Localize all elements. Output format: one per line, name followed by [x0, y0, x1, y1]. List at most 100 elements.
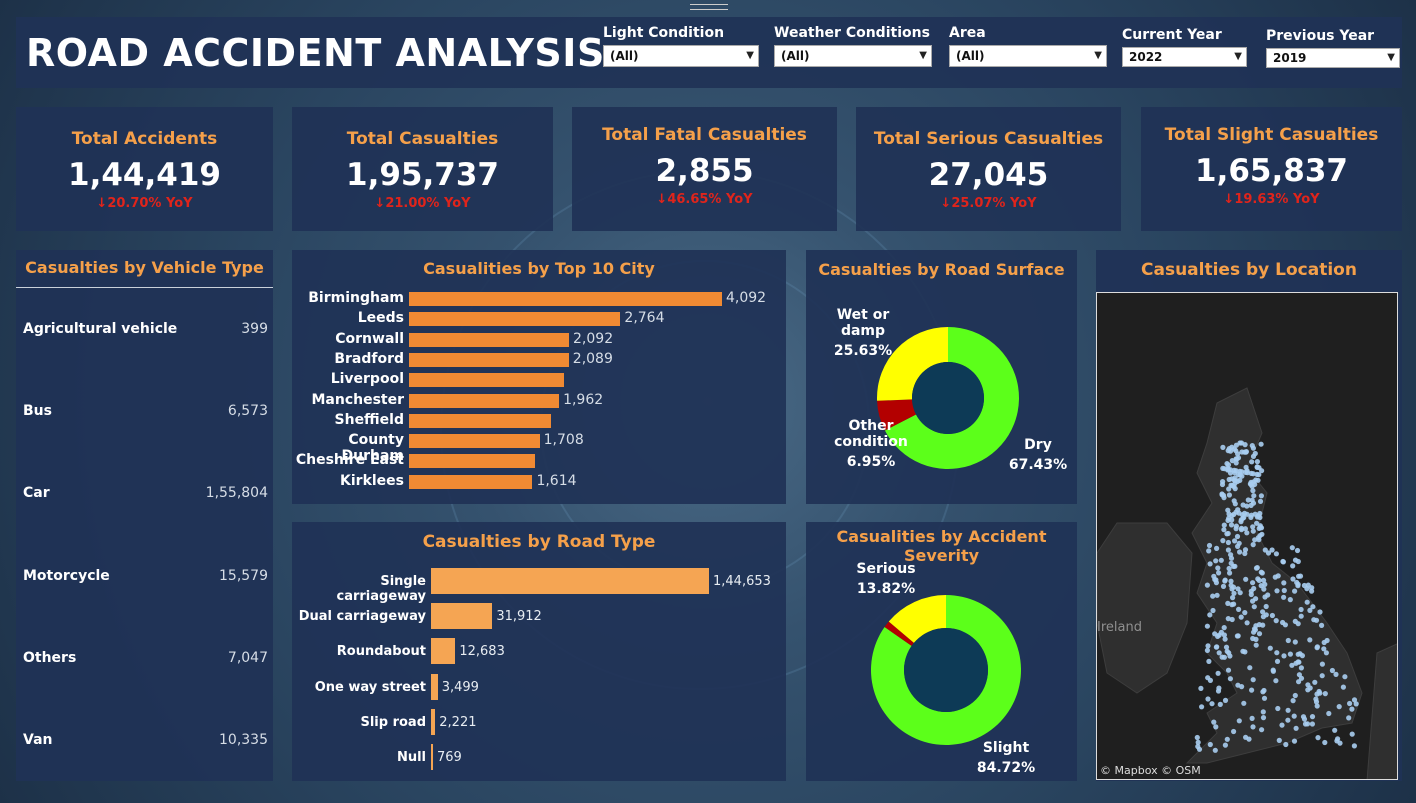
vehicle-row[interactable]: Van 10,335	[23, 732, 268, 748]
road-type-label: One way street	[314, 679, 426, 695]
map-accident-point	[1235, 586, 1241, 592]
city-label: Manchester	[311, 391, 404, 408]
city-bar[interactable]	[409, 393, 560, 408]
map-accident-point	[1220, 583, 1227, 589]
map-accident-point	[1281, 580, 1287, 586]
road-type-bar[interactable]	[431, 568, 709, 594]
road-type-bar[interactable]	[431, 744, 433, 770]
area-dropdown[interactable]: (All) ▼	[949, 45, 1107, 67]
vehicle-row[interactable]: Car 1,55,804	[23, 485, 268, 501]
map-accident-point	[1196, 746, 1203, 752]
map-accident-point	[1281, 594, 1287, 600]
city-bar[interactable]	[409, 332, 570, 347]
location-map[interactable]: Ireland © Mapbox © OSM	[1096, 292, 1398, 780]
chevron-down-icon: ▼	[1234, 51, 1242, 62]
map-accident-point	[1261, 577, 1267, 583]
map-accident-point	[1239, 684, 1245, 690]
kpi-yoy: ↓19.63% YoY	[1223, 192, 1320, 207]
map-accident-point	[1206, 658, 1212, 664]
map-accident-point	[1259, 727, 1265, 733]
drag-handle[interactable]	[690, 4, 728, 10]
map-accident-point	[1255, 576, 1261, 582]
kpi-label: Total Casualties	[346, 129, 499, 149]
city-bar[interactable]	[409, 434, 540, 449]
map-accident-point	[1254, 459, 1260, 465]
vehicle-row[interactable]: Agricultural vehicle 399	[23, 321, 268, 337]
map-accident-point	[1293, 660, 1299, 666]
map-accident-point	[1242, 442, 1248, 448]
city-bar[interactable]	[409, 373, 565, 388]
map-accident-point	[1285, 707, 1291, 713]
kpi-card-total-casualties: Total Casualties 1,95,737 ↓21.00% YoY	[292, 107, 553, 231]
map-landmass	[1366, 643, 1397, 779]
filter-label: Area	[949, 25, 986, 41]
map-accident-point	[1269, 612, 1275, 619]
map-accident-point	[1227, 570, 1233, 576]
filter-light-condition: Light Condition (All) ▼	[603, 25, 759, 67]
kpi-value: 1,44,419	[68, 157, 221, 193]
map-accident-point	[1207, 561, 1213, 567]
map-accident-point	[1251, 585, 1257, 592]
map-accident-point	[1251, 493, 1257, 499]
map-accident-point	[1210, 593, 1216, 599]
city-bar[interactable]	[409, 292, 722, 306]
city-bar[interactable]	[409, 312, 621, 327]
map-accident-point	[1225, 547, 1231, 553]
map-accident-point	[1229, 483, 1235, 489]
city-bar[interactable]	[409, 413, 551, 428]
map-accident-point	[1305, 687, 1311, 693]
map-accident-point	[1280, 619, 1286, 626]
map-accident-point	[1321, 639, 1327, 646]
map-accident-point	[1198, 685, 1204, 691]
map-accident-point	[1280, 558, 1286, 565]
map-accident-point	[1221, 632, 1227, 638]
dropdown-value: (All)	[610, 49, 639, 63]
previous-year-dropdown[interactable]: 2019 ▼	[1266, 48, 1400, 68]
city-label: Birmingham	[308, 290, 404, 306]
map-accident-point	[1234, 533, 1241, 540]
road-type-bar[interactable]	[431, 603, 493, 630]
map-accident-point	[1204, 582, 1210, 588]
map-accident-point	[1317, 690, 1323, 696]
map-accident-point	[1236, 718, 1242, 724]
city-bar[interactable]	[409, 474, 533, 489]
map-accident-point	[1287, 651, 1293, 657]
weather-conditions-dropdown[interactable]: (All) ▼	[774, 45, 932, 67]
map-accident-point	[1216, 650, 1222, 656]
map-accident-point	[1332, 727, 1338, 733]
map-accident-point	[1215, 688, 1222, 694]
city-bar-value: 2,092	[573, 330, 614, 347]
map-accident-point	[1283, 741, 1289, 748]
city-bar[interactable]	[409, 454, 536, 469]
map-accident-point	[1270, 668, 1276, 674]
filter-label: Previous Year	[1266, 28, 1375, 44]
vehicle-row[interactable]: Others 7,047	[23, 650, 268, 666]
light-condition-dropdown[interactable]: (All) ▼	[603, 45, 759, 67]
map-accident-point	[1287, 597, 1293, 603]
road-type-bar[interactable]	[431, 708, 436, 735]
map-accident-point	[1275, 705, 1281, 712]
road-type-bar[interactable]	[431, 638, 456, 665]
vehicle-row[interactable]: Motorcycle 15,579	[23, 568, 268, 584]
map-accident-point	[1251, 604, 1257, 610]
map-accident-point	[1225, 507, 1231, 513]
city-bar[interactable]	[409, 352, 569, 367]
city-bar-value: 4,092	[726, 290, 767, 306]
road-type-bar[interactable]	[431, 673, 438, 700]
current-year-dropdown[interactable]: 2022 ▼	[1122, 47, 1247, 67]
map-accident-point	[1228, 555, 1235, 561]
road-type-value: 1,44,653	[713, 574, 771, 589]
map-accident-point	[1212, 631, 1218, 637]
map-accident-point	[1313, 617, 1320, 623]
map-accident-point	[1237, 549, 1243, 555]
map-accident-point	[1233, 448, 1239, 454]
filter-label: Light Condition	[603, 25, 725, 41]
city-bar-value: 1,614	[536, 472, 577, 489]
map-accident-point	[1349, 706, 1355, 712]
vehicle-row[interactable]: Bus 6,573	[23, 403, 268, 419]
map-accident-point	[1228, 582, 1234, 588]
map-accident-point	[1260, 709, 1266, 715]
map-accident-point	[1209, 701, 1215, 707]
map-accident-point	[1253, 565, 1260, 571]
map-accident-point	[1279, 722, 1285, 728]
